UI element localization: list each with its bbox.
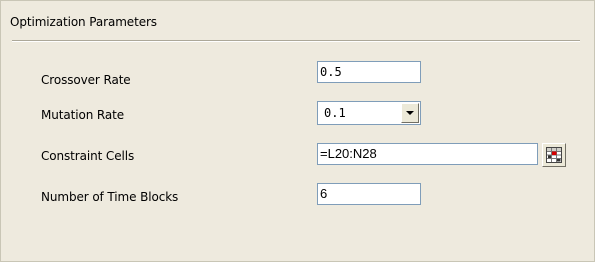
group-title: Optimization Parameters	[10, 15, 157, 29]
cell-range-picker-icon	[546, 147, 562, 163]
cell-range-picker-button[interactable]	[542, 143, 566, 167]
chevron-down-icon[interactable]	[401, 103, 419, 123]
mutation-rate-select[interactable]: 0.1	[317, 101, 421, 125]
constraint-cells-label: Constraint Cells	[41, 149, 135, 163]
constraint-cells-input[interactable]: =L20:N28	[317, 143, 538, 165]
crossover-rate-label: Crossover Rate	[41, 73, 131, 87]
mutation-rate-label: Mutation Rate	[41, 108, 125, 122]
optimization-parameters-panel: Optimization Parameters Crossover Rate 0…	[0, 0, 595, 262]
time-blocks-input[interactable]: 6	[317, 183, 421, 205]
time-blocks-label: Number of Time Blocks	[41, 190, 179, 204]
group-separator	[12, 40, 580, 42]
crossover-rate-input[interactable]: 0.5	[317, 61, 421, 83]
mutation-rate-value: 0.1	[324, 106, 346, 120]
